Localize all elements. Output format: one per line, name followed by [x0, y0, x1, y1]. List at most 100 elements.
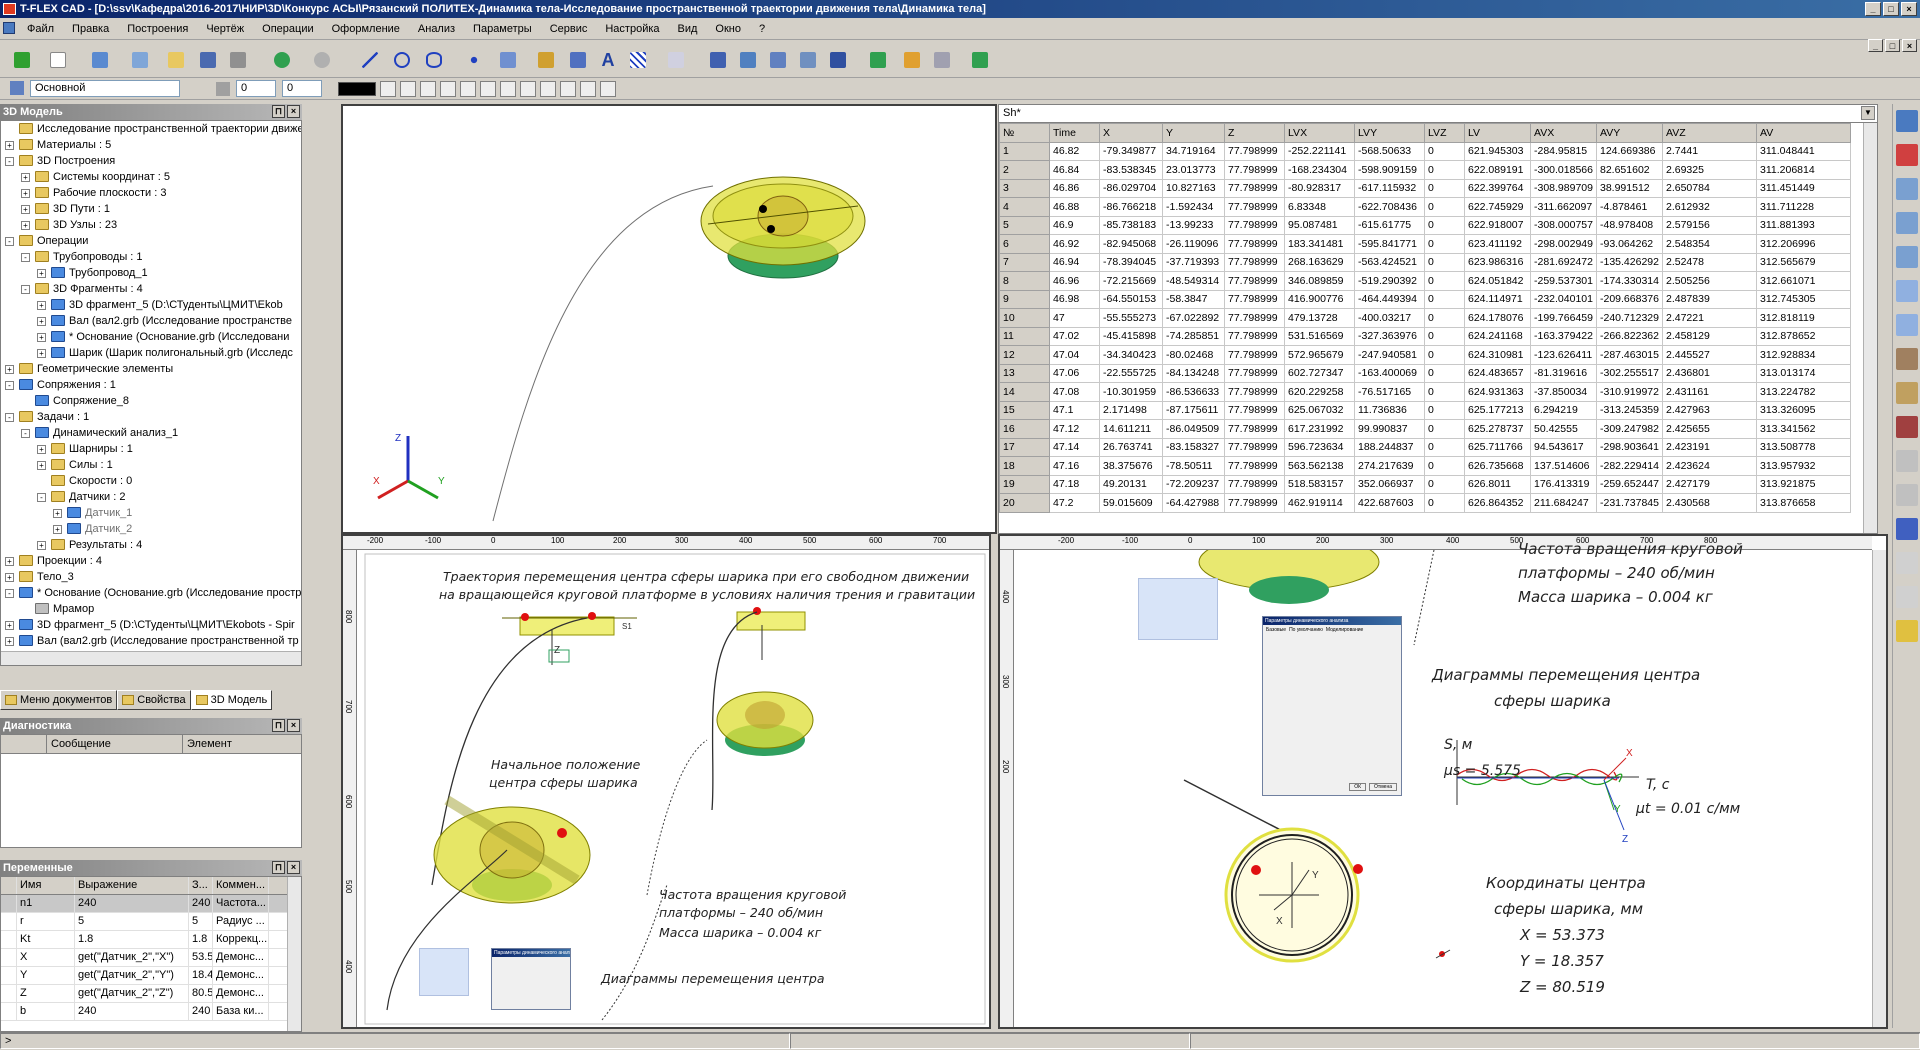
- expand-icon[interactable]: +: [21, 173, 30, 182]
- table-cell[interactable]: 2.612932: [1662, 197, 1757, 217]
- var-expression[interactable]: get("Датчик_2","Y"): [75, 967, 189, 984]
- tree-item[interactable]: + Результаты : 4: [1, 537, 301, 553]
- menu-construct[interactable]: Построения: [118, 19, 197, 39]
- menu-view[interactable]: Вид: [669, 19, 707, 39]
- table-cell[interactable]: -259.652447: [1596, 474, 1663, 494]
- table-cell[interactable]: 137.514606: [1530, 456, 1597, 476]
- table-cell[interactable]: 268.163629: [1284, 252, 1355, 272]
- expand-icon[interactable]: +: [53, 525, 62, 534]
- table-cell[interactable]: -48.549314: [1162, 271, 1225, 291]
- row-number[interactable]: 18: [999, 456, 1050, 476]
- table-cell[interactable]: -82.945068: [1099, 234, 1163, 254]
- table-cell[interactable]: -45.415898: [1099, 326, 1163, 346]
- table-cell[interactable]: 625.278737: [1464, 419, 1531, 439]
- table-cell[interactable]: -34.340423: [1099, 345, 1163, 365]
- table-cell[interactable]: 2.579156: [1662, 215, 1757, 235]
- table-cell[interactable]: 624.931363: [1464, 382, 1531, 402]
- table-cell[interactable]: -282.229414: [1596, 456, 1663, 476]
- check-icon[interactable]: [968, 48, 992, 72]
- sheet-column-header[interactable]: Y: [1162, 123, 1225, 143]
- level-spin-2[interactable]: 0: [282, 80, 322, 97]
- select-hatch-icon[interactable]: [520, 80, 536, 97]
- tree-item[interactable]: + Датчик_2: [1, 521, 301, 537]
- table-cell[interactable]: -72.209237: [1162, 474, 1225, 494]
- table-cell[interactable]: 313.013174: [1756, 363, 1851, 383]
- table-cell[interactable]: 95.087481: [1284, 215, 1355, 235]
- table-cell[interactable]: -93.064262: [1596, 234, 1663, 254]
- expand-icon[interactable]: +: [5, 141, 14, 150]
- dimension-5-icon[interactable]: [664, 48, 688, 72]
- row-number[interactable]: 9: [999, 289, 1050, 309]
- table-cell[interactable]: 77.798999: [1224, 289, 1285, 309]
- table-cell[interactable]: 312.661071: [1756, 271, 1851, 291]
- table-cell[interactable]: 6.83348: [1284, 197, 1355, 217]
- table-cell[interactable]: -617.115932: [1354, 178, 1425, 198]
- table-cell[interactable]: -622.708436: [1354, 197, 1425, 217]
- rotate-icon[interactable]: [1896, 382, 1918, 404]
- table-cell[interactable]: -74.285851: [1162, 326, 1225, 346]
- chevron-down-icon[interactable]: ▼: [1861, 106, 1875, 120]
- table-cell[interactable]: -86.766218: [1099, 197, 1163, 217]
- table-cell[interactable]: -78.50511: [1162, 456, 1225, 476]
- table-cell[interactable]: -598.909159: [1354, 160, 1425, 180]
- ellipse-icon[interactable]: [422, 48, 446, 72]
- collapse-icon[interactable]: -: [5, 589, 14, 598]
- row-number[interactable]: 8: [999, 271, 1050, 291]
- tree-item[interactable]: - 3D Построения: [1, 153, 301, 169]
- zoom-previous-icon[interactable]: [1896, 314, 1918, 336]
- table-cell[interactable]: 2.445527: [1662, 345, 1757, 365]
- tree-item[interactable]: - Задачи : 1: [1, 409, 301, 425]
- table-cell[interactable]: 77.798999: [1224, 345, 1285, 365]
- table-cell[interactable]: -568.50633: [1354, 141, 1425, 161]
- table-cell[interactable]: 2.458129: [1662, 326, 1757, 346]
- table-cell[interactable]: -85.738183: [1099, 215, 1163, 235]
- table-cell[interactable]: 14.611211: [1099, 419, 1163, 439]
- drawing-scrollbar[interactable]: [1872, 550, 1886, 1027]
- sheet-column-header[interactable]: AVZ: [1662, 123, 1757, 143]
- menu-design[interactable]: Оформление: [323, 19, 409, 39]
- table-cell[interactable]: 46.92: [1049, 234, 1100, 254]
- row-number[interactable]: 15: [999, 400, 1050, 420]
- color-select[interactable]: [338, 81, 376, 96]
- select-all-icon[interactable]: [600, 80, 616, 97]
- expand-icon[interactable]: +: [21, 189, 30, 198]
- sheet-column-header[interactable]: AVX: [1530, 123, 1597, 143]
- variables-scrollbar[interactable]: [287, 877, 301, 1031]
- row-number[interactable]: 19: [999, 474, 1050, 494]
- table-cell[interactable]: 59.015609: [1099, 493, 1163, 513]
- column-element[interactable]: Элемент: [183, 735, 301, 753]
- snap-magnet-icon[interactable]: [1896, 144, 1918, 166]
- table-cell[interactable]: 10.827163: [1162, 178, 1225, 198]
- table-cell[interactable]: 188.244837: [1354, 437, 1425, 457]
- table-cell[interactable]: 313.876658: [1756, 493, 1851, 513]
- table-cell[interactable]: 626.864352: [1464, 493, 1531, 513]
- row-number[interactable]: 16: [999, 419, 1050, 439]
- table-cell[interactable]: -284.95815: [1530, 141, 1597, 161]
- table-cell[interactable]: 46.88: [1049, 197, 1100, 217]
- tree-item[interactable]: + Тело_3: [1, 569, 301, 585]
- tree-item[interactable]: + Материалы : 5: [1, 137, 301, 153]
- table-cell[interactable]: 6.294219: [1530, 400, 1597, 420]
- table-cell[interactable]: -86.536633: [1162, 382, 1225, 402]
- expand-icon[interactable]: +: [37, 317, 46, 326]
- table-cell[interactable]: 46.9: [1049, 215, 1100, 235]
- expand-icon[interactable]: +: [5, 637, 14, 646]
- table-cell[interactable]: -81.319616: [1530, 363, 1597, 383]
- table-cell[interactable]: -309.247982: [1596, 419, 1663, 439]
- table-cell[interactable]: 624.178076: [1464, 308, 1531, 328]
- table-cell[interactable]: -87.175611: [1162, 400, 1225, 420]
- table-cell[interactable]: 49.20131: [1099, 474, 1163, 494]
- sheet-column-header[interactable]: AVY: [1596, 123, 1663, 143]
- row-number[interactable]: 2: [999, 160, 1050, 180]
- row-number[interactable]: 1: [999, 141, 1050, 161]
- table-cell[interactable]: 625.711766: [1464, 437, 1531, 457]
- table-cell[interactable]: 623.411192: [1464, 234, 1531, 254]
- zoom-all-icon[interactable]: [1896, 246, 1918, 268]
- table-cell[interactable]: 77.798999: [1224, 215, 1285, 235]
- snap-line-icon[interactable]: [460, 80, 476, 97]
- table-cell[interactable]: 311.451449: [1756, 178, 1851, 198]
- table-cell[interactable]: -37.719393: [1162, 252, 1225, 272]
- table-cell[interactable]: 47.14: [1049, 437, 1100, 457]
- tree-item[interactable]: + Шарниры : 1: [1, 441, 301, 457]
- table-cell[interactable]: -252.221141: [1284, 141, 1355, 161]
